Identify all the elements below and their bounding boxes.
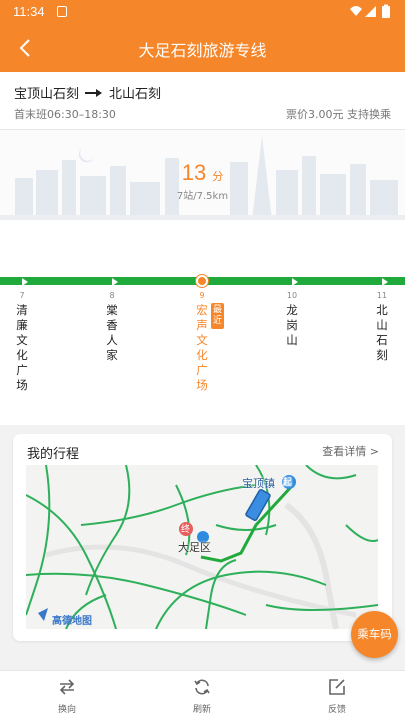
ride-code-button[interactable]: 乘车码 [351, 611, 398, 658]
start-marker: 起 [283, 478, 293, 488]
direction-arrow-icon [292, 278, 298, 286]
signal-icon [365, 6, 376, 17]
wifi-icon [350, 6, 362, 16]
arrow-right-icon [85, 88, 103, 97]
page-title: 大足石刻旅游专线 [138, 41, 267, 60]
direction-arrow-icon [112, 278, 118, 286]
eta-minutes: 13 [181, 160, 207, 185]
refresh-icon [194, 679, 210, 695]
station-line: 7 清廉文化广场 8 棠香人家 9 宏声文化广场 最近 10 龙岗山 11 北山… [0, 220, 405, 425]
feedback-icon [329, 679, 345, 695]
map-label-baoding: 宝顶镇 [242, 477, 275, 490]
station-index: 10 [286, 291, 298, 300]
route-fare: 票价3.00元 支持换乘 [286, 108, 391, 121]
route-schedule: 首末班06:30–18:30 [14, 108, 116, 121]
direction-arrow-icon [382, 278, 388, 286]
battery-icon [382, 6, 390, 18]
eta-distance: 7站/7.5km [176, 191, 229, 202]
map-provider-logo: 高德地图 [52, 616, 92, 627]
route-origin: 宝顶山石刻 [14, 87, 80, 102]
station-name: 龙岗山 [286, 303, 298, 347]
map-label-dazu: 大足区 [178, 541, 211, 554]
refresh-button[interactable]: 刷新 [172, 677, 232, 715]
route-destination: 北山石刻 [109, 87, 162, 102]
notification-icon [57, 6, 67, 17]
feedback-label: 反馈 [327, 705, 346, 715]
station-name: 北山石刻 [376, 303, 388, 362]
trip-map[interactable]: 起 终 宝顶镇 大足区 高德地图 [26, 465, 378, 629]
station-name: 清廉文化广场 [16, 303, 28, 392]
swap-label: 换向 [57, 705, 76, 715]
eta-display: 13 分 [0, 160, 405, 186]
station-index: 9 [199, 291, 205, 300]
station-index: 7 [19, 291, 25, 300]
swap-direction-button[interactable]: 换向 [37, 677, 97, 715]
status-icons [350, 4, 390, 18]
status-bar: 11:34 [0, 0, 405, 24]
trip-title: 我的行程 [27, 447, 80, 462]
direction-arrow-icon [22, 278, 28, 286]
feedback-button[interactable]: 反馈 [307, 677, 367, 715]
status-time: 11:34 [13, 4, 45, 19]
title-bar: 大足石刻旅游专线 [0, 24, 405, 72]
bottom-toolbar: 换向 刷新 反馈 [0, 670, 405, 720]
arrival-panel: 13 分 7站/7.5km [0, 130, 405, 220]
station-name: 棠香人家 [106, 303, 118, 362]
refresh-label: 刷新 [192, 705, 211, 715]
view-details-link[interactable]: 查看详情 > [322, 443, 379, 459]
route-direction: 宝顶山石刻 北山石刻 [14, 83, 161, 102]
station-index: 11 [376, 291, 388, 300]
route-info: 宝顶山石刻 北山石刻 首末班06:30–18:30 票价3.00元 支持换乘 [0, 72, 405, 130]
end-marker: 终 [181, 525, 191, 535]
station-name: 宏声文化广场 [196, 303, 208, 392]
my-trip-card: 我的行程 查看详情 > 起 终 宝顶镇 大足区 高德地图 [13, 434, 392, 641]
swap-icon [59, 679, 75, 695]
nearest-badge: 最近 [211, 303, 224, 329]
station-index: 8 [109, 291, 115, 300]
eta-unit: 分 [212, 170, 224, 183]
bus-position-dot [196, 275, 208, 287]
